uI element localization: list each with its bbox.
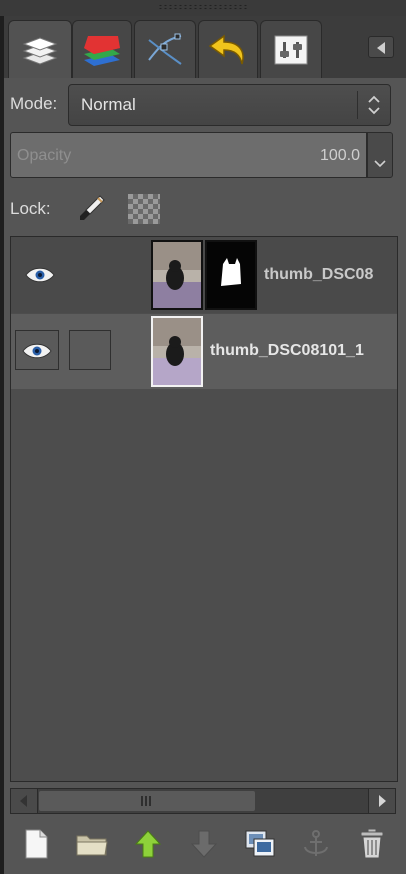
photo-thumbnail-image xyxy=(153,318,201,385)
tab-menu-button[interactable] xyxy=(368,36,394,58)
layer-name[interactable]: thumb_DSC08101_1 xyxy=(210,342,364,360)
eye-icon xyxy=(22,343,52,359)
layers-icon xyxy=(22,36,58,65)
new-layer-group-button[interactable] xyxy=(74,826,110,862)
visibility-toggle[interactable] xyxy=(15,330,59,370)
layer-row[interactable]: thumb_DSC08 xyxy=(11,237,397,313)
dock-drag-handle[interactable] xyxy=(0,0,406,16)
layer-thumbnail[interactable] xyxy=(151,240,203,310)
layer-group-icon xyxy=(76,835,108,856)
delete-layer-icon xyxy=(360,828,384,859)
visibility-toggle[interactable] xyxy=(19,255,63,295)
chain-toggle[interactable] xyxy=(69,330,111,370)
tab-tool-options[interactable] xyxy=(260,20,322,78)
tool-options-icon xyxy=(274,35,308,64)
lock-pixels-icon[interactable] xyxy=(78,192,108,222)
layer-row-selected[interactable]: thumb_DSC08101_1 xyxy=(11,314,397,389)
anchor-layer-icon xyxy=(304,830,328,856)
layer-thumbnail[interactable] xyxy=(151,316,203,387)
thumb-grip-icon xyxy=(141,796,153,806)
mode-label: Mode: xyxy=(10,94,58,113)
tab-channels[interactable] xyxy=(72,20,132,78)
duplicate-layer-icon xyxy=(245,830,275,857)
mode-separator xyxy=(357,91,358,119)
undo-history-icon xyxy=(208,34,244,64)
lock-label: Lock: xyxy=(10,199,51,218)
mode-select[interactable]: Normal xyxy=(68,84,391,126)
spin-arrows-icon xyxy=(374,160,386,168)
opacity-spin-button[interactable] xyxy=(367,132,393,178)
paths-icon xyxy=(148,33,182,65)
photo-thumbnail-image xyxy=(153,242,201,308)
scroll-left-arrow-icon xyxy=(20,795,27,807)
delete-layer-button[interactable] xyxy=(354,826,390,862)
opacity-label: Opacity xyxy=(17,147,72,164)
scroll-left-button[interactable] xyxy=(11,789,38,813)
mask-image xyxy=(207,242,255,308)
layers-list: thumb_DSC08 thumb_DSC08101_1 xyxy=(10,236,398,782)
tab-paths[interactable] xyxy=(134,20,196,78)
layer-name[interactable]: thumb_DSC08 xyxy=(264,266,373,284)
horizontal-scrollbar[interactable] xyxy=(10,788,396,814)
opacity-value: 100.0 xyxy=(319,147,360,164)
updown-arrows-icon xyxy=(368,95,380,115)
anchor-layer-button[interactable] xyxy=(298,826,334,862)
tab-menu-arrow-icon xyxy=(377,42,385,54)
new-layer-icon xyxy=(25,829,48,859)
tab-undo-history[interactable] xyxy=(198,20,258,78)
channels-icon xyxy=(84,35,120,66)
raise-layer-icon xyxy=(134,830,162,858)
tab-layers[interactable] xyxy=(8,20,72,78)
new-layer-button[interactable] xyxy=(18,826,54,862)
grip-dots xyxy=(158,4,248,10)
eye-icon xyxy=(25,267,55,283)
duplicate-layer-button[interactable] xyxy=(242,826,278,862)
lower-layer-icon xyxy=(190,830,218,858)
mode-value: Normal xyxy=(81,95,136,114)
lower-layer-button[interactable] xyxy=(186,826,222,862)
scroll-right-button[interactable] xyxy=(368,789,395,813)
scroll-right-arrow-icon xyxy=(379,795,386,807)
scrollbar-thumb[interactable] xyxy=(39,791,255,811)
layer-mask-thumbnail[interactable] xyxy=(205,240,257,310)
opacity-slider[interactable]: Opacity 100.0 xyxy=(10,132,367,178)
lock-alpha-icon[interactable] xyxy=(128,194,160,224)
raise-layer-button[interactable] xyxy=(130,826,166,862)
